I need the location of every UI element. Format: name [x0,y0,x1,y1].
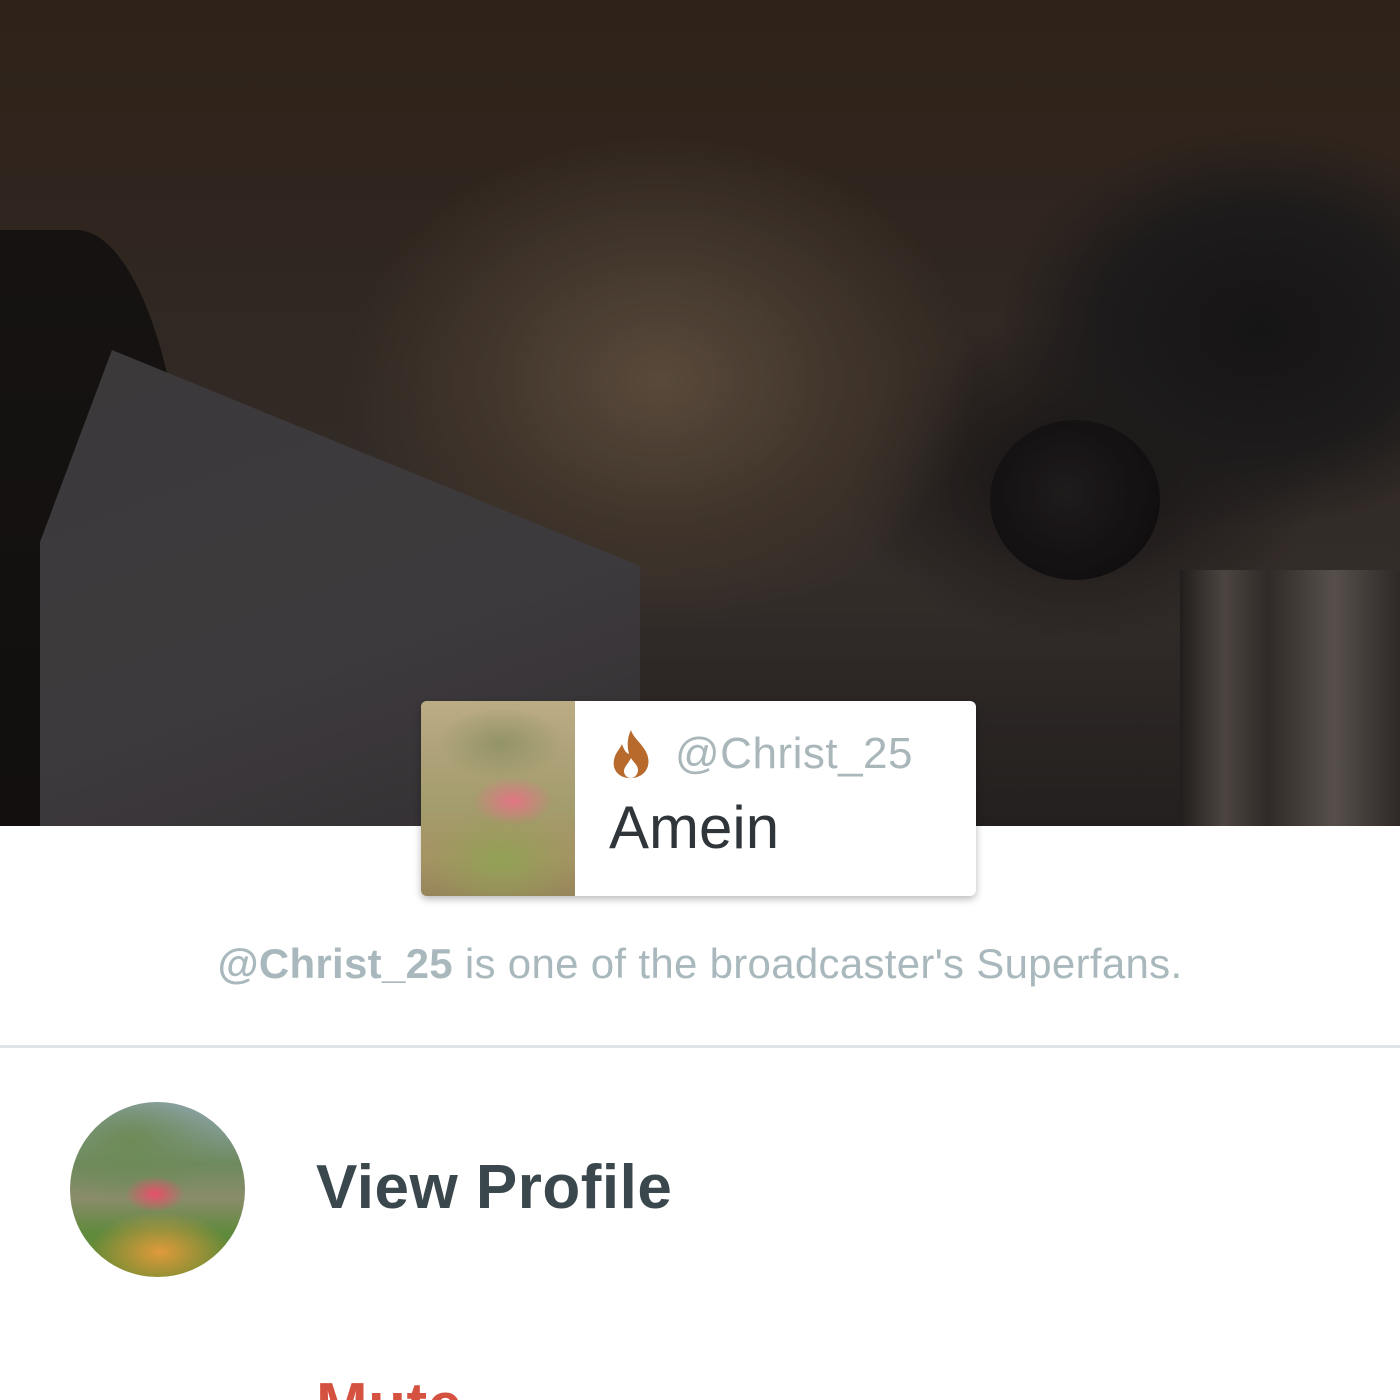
divider [0,1045,1400,1048]
avatar[interactable] [70,1102,245,1277]
comment-card[interactable]: @Christ_25 Amein [421,701,976,896]
comment-text: Amein [609,794,780,861]
view-profile-button[interactable]: View Profile [316,1152,672,1223]
superfan-text: is one of the broadcaster's Superfans. [452,940,1183,987]
flame-icon [609,728,653,780]
superfan-handle[interactable]: @Christ_25 [218,940,453,987]
comment-meta: @Christ_25 [609,723,976,785]
comment-username[interactable]: @Christ_25 [675,729,913,779]
superfan-note: @Christ_25 is one of the broadcaster's S… [0,940,1400,988]
mute-row[interactable]: Mute [0,1360,1400,1400]
comment-body: @Christ_25 Amein [575,701,976,896]
view-profile-row[interactable]: View Profile [0,1102,1400,1280]
mute-button[interactable]: Mute [316,1370,463,1400]
user-action-sheet: @Christ_25 Amein @Christ_25 is one of th… [0,0,1400,1400]
comment-avatar-thumbnail [421,701,575,896]
